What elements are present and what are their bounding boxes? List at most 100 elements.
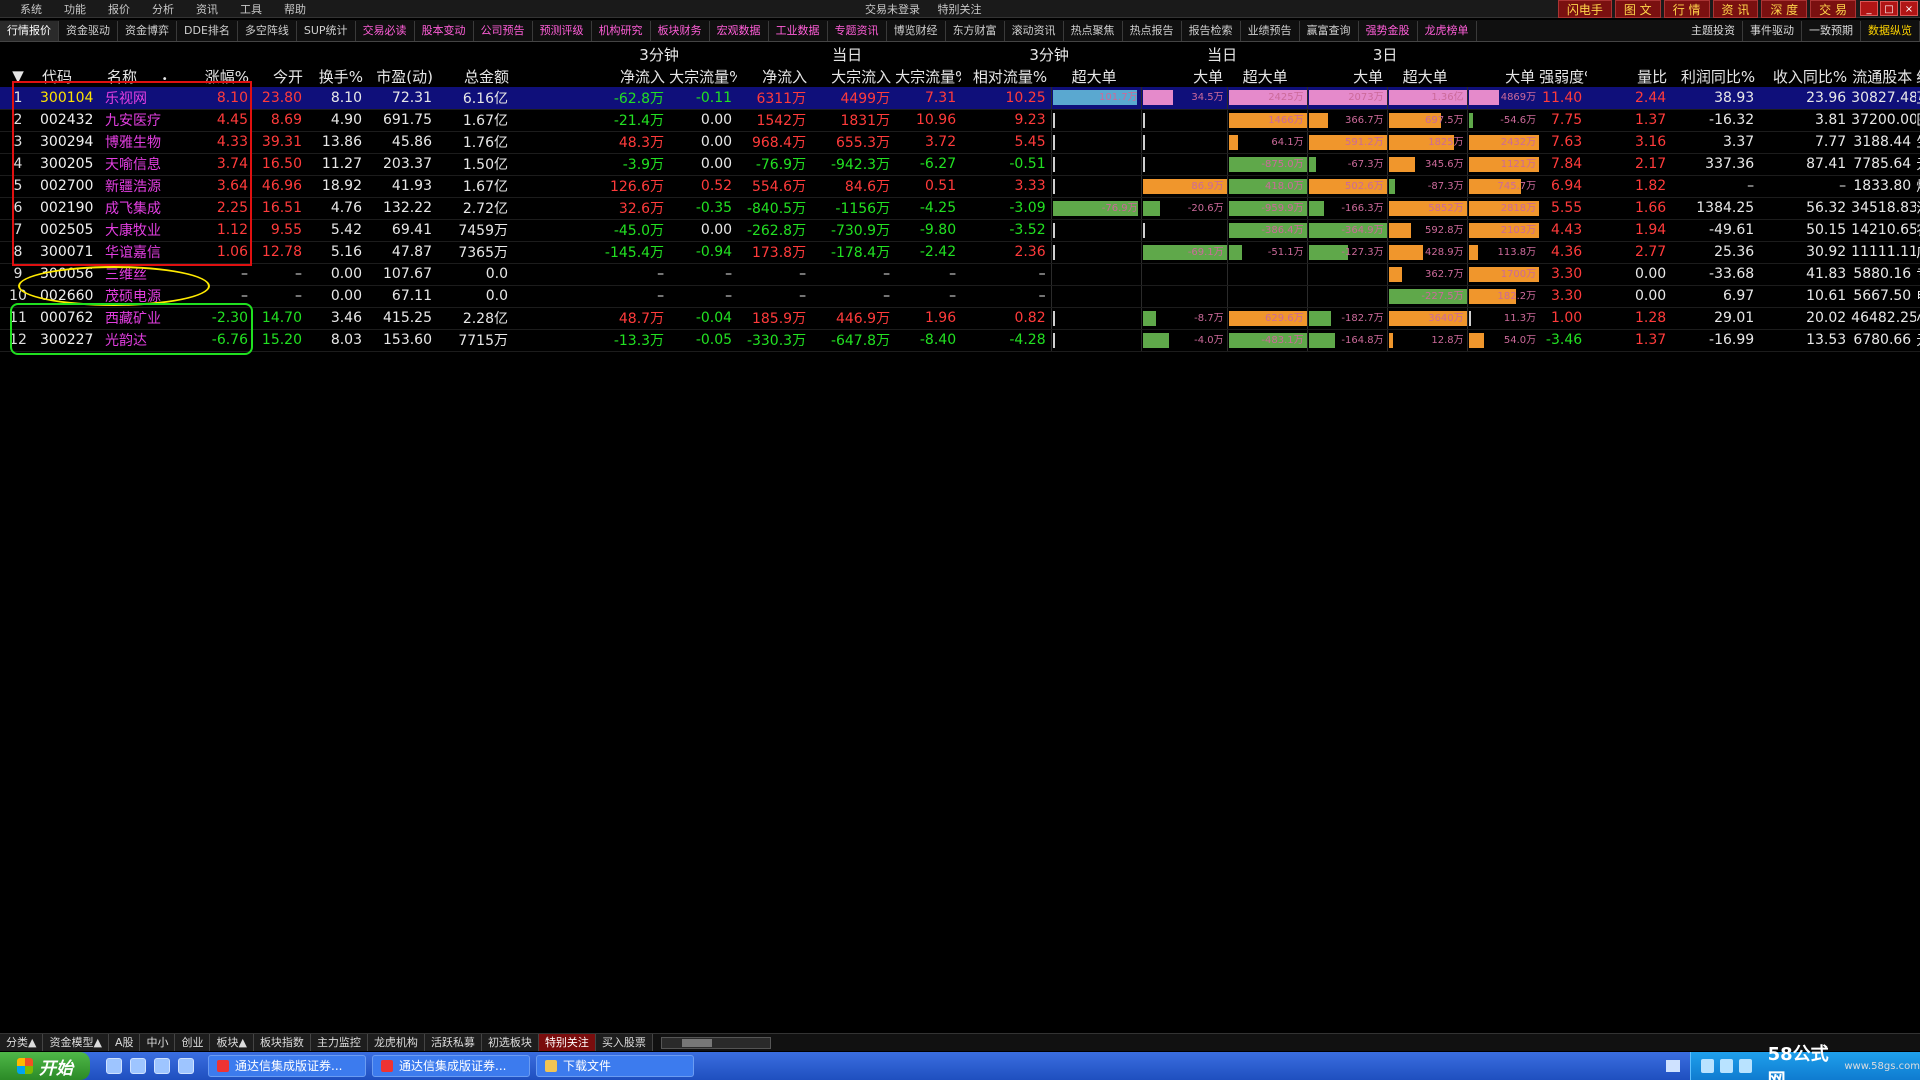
col-header-change[interactable]: 涨幅% [181,65,253,87]
tab-12[interactable]: 宏观数据 [710,20,769,41]
col-header-turnover[interactable]: 换手% [307,65,367,87]
col-header-float[interactable]: 流通股本 [1851,65,1916,87]
tab-15[interactable]: 博览财经 [887,20,946,41]
col-header-rev-yoy[interactable]: 收入同比% [1759,65,1851,87]
function-button-5[interactable]: 交 易 [1810,0,1856,18]
tab-23[interactable]: 强势金股 [1359,20,1418,41]
tab-right-3[interactable]: 数据纵览 [1861,21,1920,41]
col-header-today-block[interactable]: 大宗流入 [811,65,895,87]
col-header-strength[interactable]: 强弱度% [1539,65,1587,87]
col-header-code[interactable]: 代码 [36,65,101,87]
col-header-3day-super[interactable]: 超大单 [1387,65,1467,87]
bottom-tab-11[interactable]: 特别关注 [538,1034,596,1051]
tab-0[interactable]: 行情报价 [0,20,59,41]
bottom-tab-5[interactable]: 板块▲ [210,1034,254,1051]
tab-16[interactable]: 东方财富 [946,20,1005,41]
show-desktop-icon[interactable] [106,1058,122,1074]
column-menu-icon[interactable]: ▼ [0,65,36,87]
tab-8[interactable]: 公司预告 [474,20,533,41]
app-icon[interactable] [178,1058,194,1074]
col-header-today-big[interactable]: 大单 [1307,65,1387,87]
tab-14[interactable]: 专题资讯 [828,20,887,41]
table-row[interactable]: 10 002660 茂硕电源 – –0.00 67.11 0.0– – – – – – -227.5万 1… [0,285,1920,308]
security-icon[interactable] [1738,1059,1752,1073]
tab-21[interactable]: 业绩预告 [1241,20,1300,41]
tab-19[interactable]: 热点报告 [1123,20,1182,41]
table-row[interactable]: 11 000762 西藏矿业 -2.30 14.70 3.46 415.25 2.28亿 48.… [0,307,1920,330]
col-header-3min-super[interactable]: 超大单 [1051,65,1141,87]
menu-item-4[interactable]: 资讯 [196,1,218,17]
table-row[interactable]: 3 300294 博雅生物 4.33 39.31 13.86 45.86 1.76亿 48.3万… [0,131,1920,154]
bottom-tab-2[interactable]: A股 [108,1034,141,1051]
login-status[interactable]: 交易未登录 [865,3,920,16]
col-header-industry[interactable]: 细分行业 [1916,65,1920,87]
bottom-tab-3[interactable]: 中小 [140,1034,176,1051]
col-header-volratio[interactable]: 量比 [1587,65,1671,87]
col-header-today-blockpct[interactable]: 大宗流量% [895,65,961,87]
tab-11[interactable]: 板块财务 [651,20,710,41]
function-button-3[interactable]: 资 讯 [1712,0,1759,18]
table-row[interactable]: 2 002432 九安医疗 4.45 8.69 4.90 691.75 1.67亿 -21.4万… [0,109,1920,132]
horizontal-scrollbar[interactable] [660,1036,771,1049]
col-header-today-super[interactable]: 超大单 [1227,65,1307,87]
menu-item-0[interactable]: 系统 [20,1,42,17]
table-row[interactable]: 8 300071 华谊嘉信 1.06 12.78 5.16 47.87 7365万 -145.4… [0,241,1920,264]
tab-17[interactable]: 滚动资讯 [1005,20,1064,41]
tab-13[interactable]: 工业数据 [769,20,828,41]
tab-right-0[interactable]: 主题投资 [1684,21,1743,41]
function-button-4[interactable]: 深 度 [1761,0,1808,18]
table-row[interactable]: 4 300205 天喻信息 3.74 16.50 11.27 203.37 1.50亿 -3.9… [0,153,1920,176]
col-header-amount[interactable]: 总金额 [437,65,513,87]
tab-10[interactable]: 机构研究 [592,20,651,41]
volume-icon[interactable] [1719,1059,1733,1073]
scroll-thumb[interactable] [681,1038,712,1047]
col-header-pe[interactable]: 市盈(动) [367,65,437,87]
maximize-icon[interactable]: □ [1880,1,1898,16]
table-row[interactable]: 5 002700 新疆浩源 3.64 46.96 18.92 41.93 1.67亿 126.6… [0,175,1920,198]
menu-item-5[interactable]: 工具 [240,1,262,17]
function-button-0[interactable]: 闪电手 [1557,0,1612,18]
col-header-today-rel[interactable]: 相对流量% [961,65,1051,87]
bottom-tab-4[interactable]: 创业 [175,1034,211,1051]
bottom-tab-6[interactable]: 板块指数 [253,1034,311,1051]
menu-item-3[interactable]: 分析 [152,1,174,17]
tab-right-2[interactable]: 一致预期 [1802,21,1861,41]
tab-18[interactable]: 热点聚焦 [1064,20,1123,41]
input-method-icon[interactable] [1666,1060,1680,1072]
tab-5[interactable]: SUP统计 [297,20,356,41]
tab-9[interactable]: 预测评级 [533,20,592,41]
ie-browser-icon[interactable] [130,1058,146,1074]
network-icon[interactable] [1701,1059,1714,1073]
tab-3[interactable]: DDE排名 [177,20,238,41]
menu-item-2[interactable]: 报价 [108,1,130,17]
col-header-profit-yoy[interactable]: 利润同比% [1671,65,1759,87]
table-row[interactable]: 1 300104 乐视网 8.10 23.80 8.10 72.31 6.16亿 -62.8万 -… [0,87,1920,110]
col-header-3min-big[interactable]: 大单 [1141,65,1227,87]
tab-7[interactable]: 股本变动 [415,20,474,41]
bottom-tab-0[interactable]: 分类▲ [0,1034,44,1051]
start-button[interactable]: 开始 [0,1052,90,1080]
table-row[interactable]: 7 002505 大康牧业 1.12 9.55 5.42 69.41 7459万 -45.0万 0… [0,219,1920,242]
bottom-tab-9[interactable]: 活跃私募 [424,1034,482,1051]
table-row[interactable]: 9 300056 三维丝 – –0.00 107.67 0.0– – – – – –362.7万 170… [0,263,1920,286]
taskbar-window-1[interactable]: 通达信集成版证券... [208,1055,366,1077]
tab-22[interactable]: 赢富查询 [1300,20,1359,41]
bottom-tab-10[interactable]: 初选板块 [481,1034,539,1051]
tab-2[interactable]: 资金博弈 [118,20,177,41]
taskbar-window-3[interactable]: 下载文件 [536,1055,694,1077]
tab-20[interactable]: 报告检索 [1182,20,1241,41]
media-player-icon[interactable] [154,1058,170,1074]
bottom-tab-1[interactable]: 资金模型▲ [43,1034,109,1051]
col-header-3min-block[interactable]: 大宗流量% [669,65,737,87]
table-row[interactable]: 6 002190 成飞集成 2.25 16.51 4.76 132.22 2.72亿 32.6万… [0,197,1920,220]
bottom-tab-12[interactable]: 买入股票 [595,1034,653,1051]
close-icon[interactable]: × [1900,1,1918,16]
col-header-3min-net[interactable]: 净流入 [585,65,669,87]
taskbar-window-2[interactable]: 通达信集成版证券... [372,1055,530,1077]
function-button-2[interactable]: 行 情 [1663,0,1710,18]
tab-6[interactable]: 交易必读 [356,20,415,41]
menu-item-6[interactable]: 帮助 [284,1,306,17]
col-header-today-net[interactable]: 净流入 [737,65,811,87]
tab-1[interactable]: 资金驱动 [59,20,118,41]
minimize-icon[interactable]: _ [1860,1,1878,16]
